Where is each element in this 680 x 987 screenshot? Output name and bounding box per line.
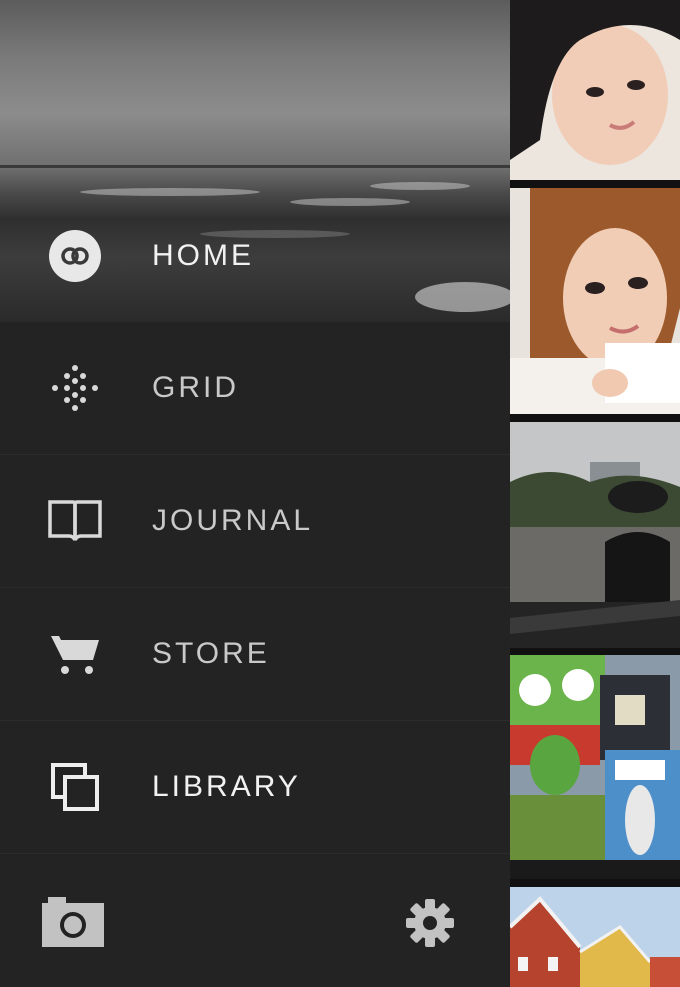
grid-dots-icon [46, 359, 104, 417]
navigation-drawer: HOME GRID JOURNAL STORE LIBRARY [0, 0, 510, 987]
menu-label-home: HOME [152, 238, 254, 272]
menu-item-journal[interactable]: JOURNAL [0, 455, 510, 588]
horizon-line [0, 165, 510, 168]
open-book-icon [46, 492, 104, 550]
menu-label-library: LIBRARY [152, 770, 301, 803]
photo-thumbnail[interactable] [510, 0, 680, 180]
photo-thumbnail[interactable] [510, 422, 680, 648]
menu-label-store: STORE [152, 637, 270, 670]
menu-label-grid: GRID [152, 371, 239, 404]
photo-thumbnail[interactable] [510, 887, 680, 987]
gear-icon[interactable] [404, 897, 456, 949]
photo-thumbnail-column [510, 0, 680, 987]
menu-item-home[interactable]: HOME [0, 189, 510, 322]
photo-thumbnail[interactable] [510, 655, 680, 879]
bottom-toolbar [0, 857, 510, 987]
vsco-logo-icon [46, 227, 104, 285]
menu-label-journal: JOURNAL [152, 504, 314, 537]
menu-item-library[interactable]: LIBRARY [0, 721, 510, 854]
camera-icon[interactable] [42, 897, 104, 947]
photo-thumbnail[interactable] [510, 188, 680, 414]
shopping-cart-icon [46, 625, 104, 683]
stacked-squares-icon [46, 758, 104, 816]
menu-item-grid[interactable]: GRID [0, 322, 510, 455]
menu-item-store[interactable]: STORE [0, 588, 510, 721]
